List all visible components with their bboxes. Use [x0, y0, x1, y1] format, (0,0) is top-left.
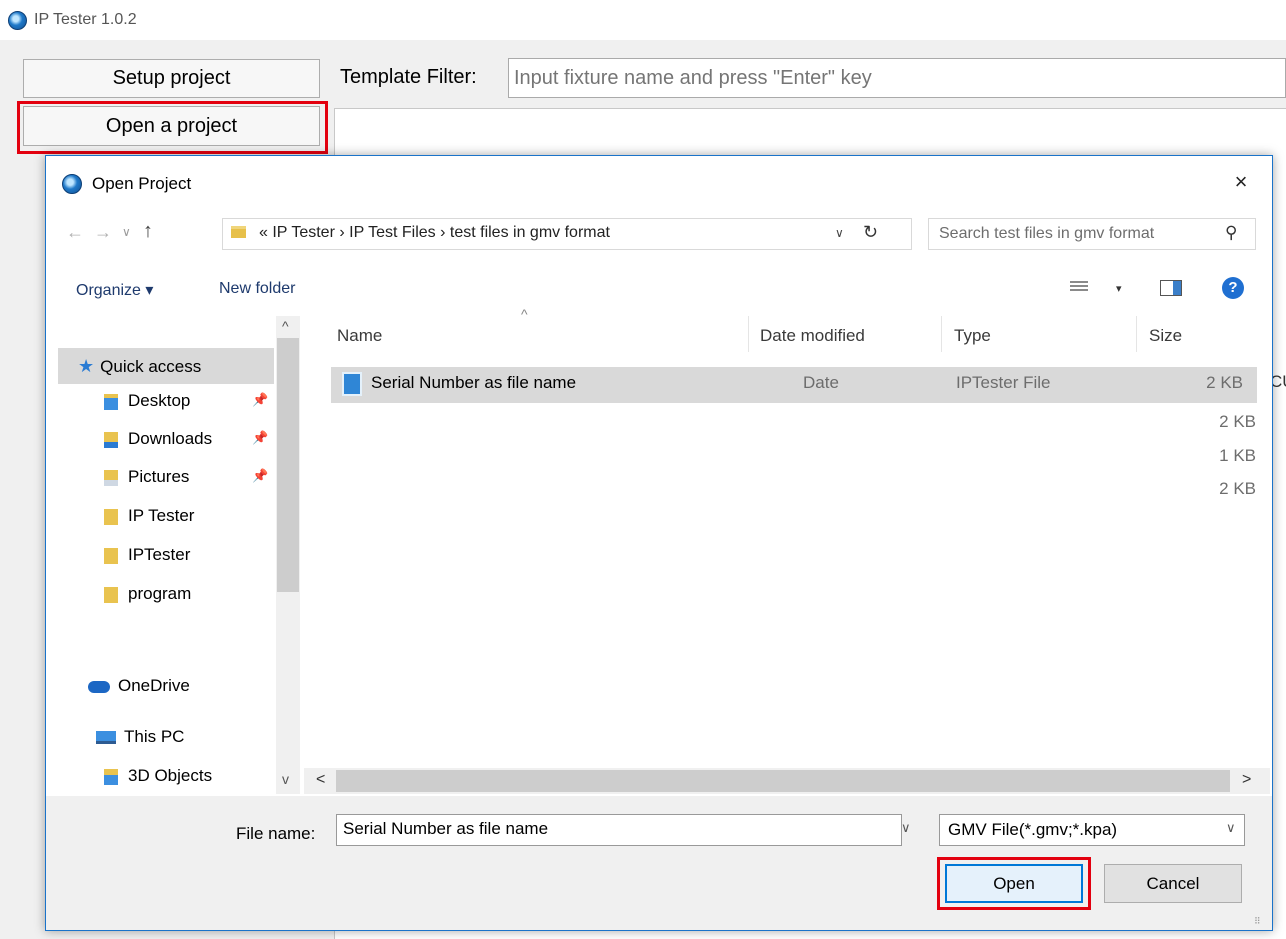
sidebar-item-this-pc[interactable]: This PC: [96, 727, 184, 747]
refresh-icon[interactable]: ↻: [863, 222, 878, 243]
sidebar-item-label: Quick access: [100, 357, 202, 376]
sidebar-item-label: OneDrive: [118, 676, 190, 695]
sidebar-item-3d-objects[interactable]: 3D Objects: [104, 766, 212, 786]
column-header-date-modified[interactable]: Date modified: [760, 326, 865, 346]
desktop-folder-icon: [104, 393, 118, 410]
file-name-label: File name:: [236, 824, 316, 843]
scroll-right-icon[interactable]: >: [1242, 771, 1251, 789]
navigation-scrollbar[interactable]: ^ v: [276, 316, 300, 794]
breadcrumb[interactable]: « IP Tester › IP Test Files › test files…: [259, 224, 610, 242]
open-project-dialog: Open Project × ← → ∨ ↑ « IP Tester › IP …: [45, 155, 1273, 931]
address-bar[interactable]: « IP Tester › IP Test Files › test files…: [222, 218, 912, 250]
pin-icon[interactable]: 📌: [252, 468, 268, 484]
sidebar-item-label: Desktop: [128, 391, 191, 410]
pictures-folder-icon: [104, 469, 118, 486]
close-icon[interactable]: ×: [1226, 168, 1256, 196]
sidebar-item-downloads[interactable]: Downloads: [104, 429, 212, 449]
file-type: IPTester File: [956, 373, 1051, 392]
template-filter-input[interactable]: [508, 58, 1286, 98]
scrollbar-thumb[interactable]: [336, 770, 1230, 792]
downloads-folder-icon: [104, 431, 118, 448]
help-icon[interactable]: ?: [1222, 277, 1244, 299]
search-box[interactable]: Search test files in gmv format ⚲: [928, 218, 1256, 250]
column-divider[interactable]: [1136, 316, 1137, 352]
folder-icon: [104, 586, 118, 603]
sidebar-item-label: IPTester: [128, 545, 191, 564]
app-logo-icon: [8, 11, 27, 30]
sidebar-item-ip-tester[interactable]: IP Tester: [104, 506, 194, 526]
up-arrow-icon[interactable]: ↑: [143, 220, 153, 243]
scroll-left-icon[interactable]: <: [316, 771, 325, 789]
file-type-select[interactable]: GMV File(*.gmv;*.kpa): [939, 814, 1245, 846]
template-filter-label: Template Filter:: [340, 66, 477, 88]
sidebar-item-label: 3D Objects: [128, 766, 213, 785]
chevron-down-icon[interactable]: ∨: [901, 820, 911, 836]
sidebar-item-label: This PC: [124, 727, 185, 746]
app-title: IP Tester 1.0.2: [34, 11, 137, 28]
cloud-icon: [88, 680, 110, 693]
file-size: 1 KB: [1219, 446, 1256, 465]
highlight-outline: [17, 101, 328, 154]
dialog-title: Open Project: [92, 174, 192, 193]
column-header-name[interactable]: Name: [337, 326, 382, 346]
sidebar-item-pictures[interactable]: Pictures: [104, 467, 189, 487]
column-header-type[interactable]: Type: [954, 326, 991, 346]
change-view-icon[interactable]: [1070, 279, 1088, 295]
3d-objects-folder-icon: [104, 768, 118, 785]
preview-pane-icon[interactable]: [1160, 280, 1182, 296]
recent-locations-chevron-icon[interactable]: ∨: [122, 225, 131, 239]
scrollbar-thumb[interactable]: [277, 338, 299, 592]
sidebar-item-label: program: [128, 584, 192, 603]
horizontal-scrollbar[interactable]: < >: [304, 768, 1270, 794]
sidebar-item-label: IP Tester: [128, 506, 195, 525]
resize-grip-icon[interactable]: ⠿: [1254, 916, 1262, 927]
document-icon: [342, 372, 362, 396]
new-folder-button[interactable]: New folder: [219, 280, 295, 298]
sidebar-item-program[interactable]: program: [104, 584, 191, 604]
search-icon[interactable]: ⚲: [1225, 223, 1237, 243]
pin-icon[interactable]: 📌: [252, 430, 268, 446]
file-size: 2 KB: [1219, 412, 1256, 431]
open-button[interactable]: Open: [945, 864, 1083, 903]
organize-button[interactable]: Organize ▾: [76, 280, 153, 300]
dialog-footer: File name: Serial Number as file name ∨ …: [46, 796, 1272, 930]
chevron-down-icon[interactable]: ∨: [1226, 820, 1236, 836]
view-options-dropdown-icon[interactable]: ▾: [1116, 282, 1122, 295]
sidebar-item-iptester[interactable]: IPTester: [104, 545, 190, 565]
sidebar-item-label: Downloads: [128, 429, 213, 448]
file-row[interactable]: Serial Number as file name Date IPTester…: [331, 367, 1257, 403]
sort-ascending-icon: ^: [521, 306, 528, 322]
address-dropdown-icon[interactable]: ∨: [835, 226, 844, 240]
sidebar-item-onedrive[interactable]: OneDrive: [88, 676, 190, 696]
setup-project-button[interactable]: Setup project: [23, 59, 320, 98]
file-name-input[interactable]: Serial Number as file name: [336, 814, 902, 846]
computer-icon: [96, 731, 116, 745]
folder-icon: [104, 547, 118, 564]
file-size: 2 KB: [1206, 373, 1243, 392]
scroll-down-icon[interactable]: v: [282, 771, 289, 787]
back-arrow-icon[interactable]: ←: [66, 222, 84, 243]
scroll-up-icon[interactable]: ^: [282, 318, 289, 334]
folder-icon: [104, 508, 118, 525]
sidebar-item-label: Pictures: [128, 467, 190, 486]
file-date: Date: [803, 373, 839, 392]
file-name: Serial Number as file name: [371, 373, 577, 392]
column-header-size[interactable]: Size: [1149, 326, 1182, 346]
forward-arrow-icon[interactable]: →: [94, 222, 112, 243]
search-input[interactable]: Search test files in gmv format: [939, 225, 1154, 243]
column-divider[interactable]: [941, 316, 942, 352]
folder-icon: [231, 226, 246, 238]
pin-icon[interactable]: 📌: [252, 392, 268, 408]
dialog-logo-icon: [62, 174, 82, 194]
file-size: 2 KB: [1219, 479, 1256, 498]
sidebar-item-quick-access[interactable]: ★ Quick access: [58, 348, 274, 384]
cancel-button[interactable]: Cancel: [1104, 864, 1242, 903]
column-divider[interactable]: [748, 316, 749, 352]
app-titlebar: IP Tester 1.0.2: [0, 0, 1286, 40]
star-icon: ★: [78, 356, 95, 376]
sidebar-item-desktop[interactable]: Desktop: [104, 391, 190, 411]
